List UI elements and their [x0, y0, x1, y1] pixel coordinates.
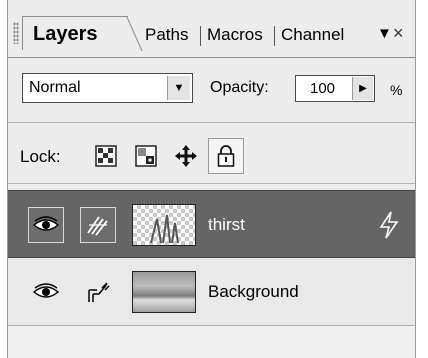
lock-position-button[interactable] [168, 138, 204, 174]
eye-icon [33, 283, 59, 298]
layer-name[interactable]: thirst [208, 213, 245, 237]
panel-grip[interactable] [13, 22, 19, 44]
opacity-unit: % [390, 82, 403, 98]
layers-panel: Layers Paths Macros Channel ▼ × Normal ▼… [7, 0, 416, 358]
lock-transparency-button[interactable] [88, 138, 124, 174]
visibility-toggle[interactable] [28, 207, 64, 243]
opacity-field[interactable]: 100 ▶ [295, 75, 375, 102]
eye-icon [33, 216, 59, 231]
blend-mode-value: Normal [29, 79, 81, 96]
link-toggle[interactable] [80, 274, 116, 310]
lock-position-icon [175, 145, 197, 167]
lightning-icon[interactable] [378, 211, 400, 239]
divider [8, 122, 415, 123]
layer-list: thirst Background [8, 190, 415, 358]
close-icon[interactable]: × [393, 22, 404, 44]
lock-all-button[interactable] [208, 138, 244, 174]
brush-icon [87, 216, 108, 236]
opacity-label: Opacity: [210, 79, 269, 96]
tab-channel[interactable]: Channel [281, 22, 344, 48]
tab-macros[interactable]: Macros [207, 22, 263, 48]
link-icon [88, 282, 110, 302]
chevron-down-icon[interactable]: ▼ [167, 76, 190, 100]
visibility-toggle[interactable] [28, 274, 64, 310]
tab-bar: Layers Paths Macros Channel ▼ × [8, 8, 415, 58]
lock-label: Lock: [20, 147, 61, 166]
divider [8, 183, 415, 184]
thumbnail-art-icon [150, 214, 179, 244]
lock-all-icon [217, 145, 235, 167]
tab-divider [274, 26, 275, 46]
tab-paths[interactable]: Paths [145, 22, 188, 48]
lock-image-icon [135, 145, 157, 167]
tab-slant-icon [126, 17, 143, 51]
layer-row-thirst[interactable]: thirst [8, 190, 415, 258]
layer-thumbnail[interactable] [132, 204, 196, 246]
tab-bar-border [8, 57, 415, 58]
blend-mode-select[interactable]: Normal ▼ [22, 73, 193, 103]
tab-layers-label: Layers [33, 23, 98, 45]
link-toggle[interactable] [80, 207, 116, 243]
lock-image-button[interactable] [128, 138, 164, 174]
tab-divider [200, 26, 201, 46]
layer-thumbnail[interactable] [132, 271, 196, 313]
lock-transparency-icon [95, 145, 117, 167]
tab-layers[interactable]: Layers [22, 16, 143, 51]
opacity-value: 100 [310, 80, 336, 97]
chevron-right-icon[interactable]: ▶ [352, 77, 373, 100]
layer-name[interactable]: Background [208, 280, 299, 304]
menu-arrow-icon[interactable]: ▼ [377, 24, 392, 44]
layer-row-background[interactable]: Background [8, 258, 415, 326]
